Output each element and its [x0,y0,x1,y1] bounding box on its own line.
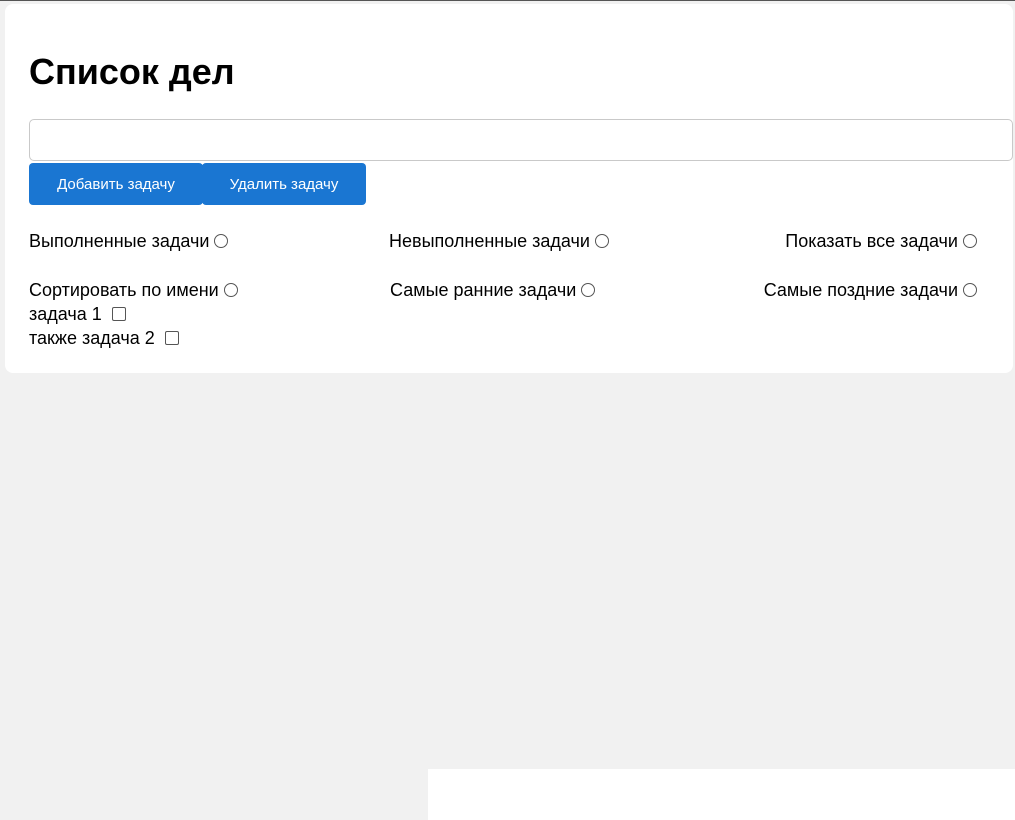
add-task-button[interactable]: Добавить задачу [29,163,203,205]
filter-completed-label: Выполненные задачи [29,231,210,251]
bottom-white-panel [428,769,1015,820]
filter-not-completed-radio[interactable] [594,234,609,248]
sort-latest-label: Самые поздние задачи [763,280,958,300]
filter-not-completed-label: Невыполненные задачи [389,231,590,251]
task-checkbox[interactable] [164,331,179,345]
list-item: задача 1 [29,303,126,325]
sort-earliest-label: Самые ранние задачи [390,280,577,300]
filter-show-all-label: Показать все задачи [785,231,958,251]
sort-by-name[interactable]: Сортировать по имени [29,280,238,300]
filter-show-all[interactable]: Показать все задачи [785,231,977,251]
filter-not-completed[interactable]: Невыполненные задачи [389,231,609,251]
filter-completed-radio[interactable] [214,234,229,248]
list-item: также задача 2 [29,327,179,349]
window-top-border [0,0,1015,1]
sort-earliest[interactable]: Самые ранние задачи [390,280,596,300]
task-label: также задача 2 [29,328,155,348]
filter-completed[interactable]: Выполненные задачи [29,231,229,251]
sort-by-name-radio[interactable] [223,283,238,297]
sort-latest-radio[interactable] [963,283,977,297]
sort-by-name-label: Сортировать по имени [29,280,219,300]
filter-show-all-radio[interactable] [963,234,977,248]
task-label: задача 1 [29,304,102,324]
sort-latest[interactable]: Самые поздние задачи [764,280,977,300]
page-title: Список дел [29,51,235,92]
delete-task-button[interactable]: Удалить задачу [202,163,366,205]
sort-earliest-radio[interactable] [581,283,596,297]
task-checkbox[interactable] [111,307,126,321]
task-input[interactable] [29,119,1013,161]
